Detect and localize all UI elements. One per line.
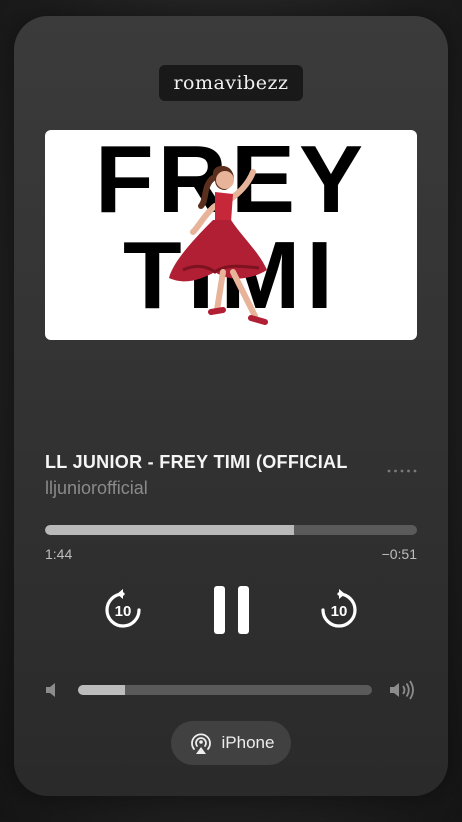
skip-back-button[interactable]: 10 bbox=[100, 587, 146, 633]
forward-10-icon: 10 bbox=[321, 589, 357, 628]
track-artist[interactable]: lljuniorofficial bbox=[45, 478, 148, 499]
more-icon[interactable] bbox=[386, 466, 418, 476]
username-badge: romavibezz bbox=[159, 65, 303, 101]
audio-output-button[interactable]: iPhone bbox=[171, 721, 291, 765]
volume-high-icon bbox=[390, 680, 414, 700]
track-title: LL JUNIOR - FREY TIMI (OFFICIAL bbox=[45, 452, 348, 472]
playback-progress-fill bbox=[45, 525, 295, 535]
pause-button[interactable] bbox=[208, 582, 256, 638]
volume-fill bbox=[78, 685, 126, 695]
audio-output-label: iPhone bbox=[221, 733, 275, 752]
skip-forward-button[interactable]: 10 bbox=[316, 587, 362, 633]
rewind-10-icon: 10 bbox=[105, 589, 141, 628]
remaining-time: −0:51 bbox=[381, 546, 417, 562]
skip-forward-label: 10 bbox=[331, 603, 348, 620]
volume-slider[interactable] bbox=[78, 685, 372, 695]
username-label: romavibezz bbox=[173, 72, 289, 94]
pause-icon bbox=[214, 586, 249, 634]
dancer-emoji-icon bbox=[169, 165, 268, 325]
airplay-audio-icon bbox=[190, 733, 211, 754]
elapsed-time: 1:44 bbox=[45, 546, 73, 562]
volume-low-icon bbox=[46, 683, 55, 697]
playback-scrubber[interactable] bbox=[45, 525, 417, 535]
skip-back-label: 10 bbox=[115, 603, 132, 620]
album-artwork: FREY TIMI bbox=[45, 130, 417, 340]
